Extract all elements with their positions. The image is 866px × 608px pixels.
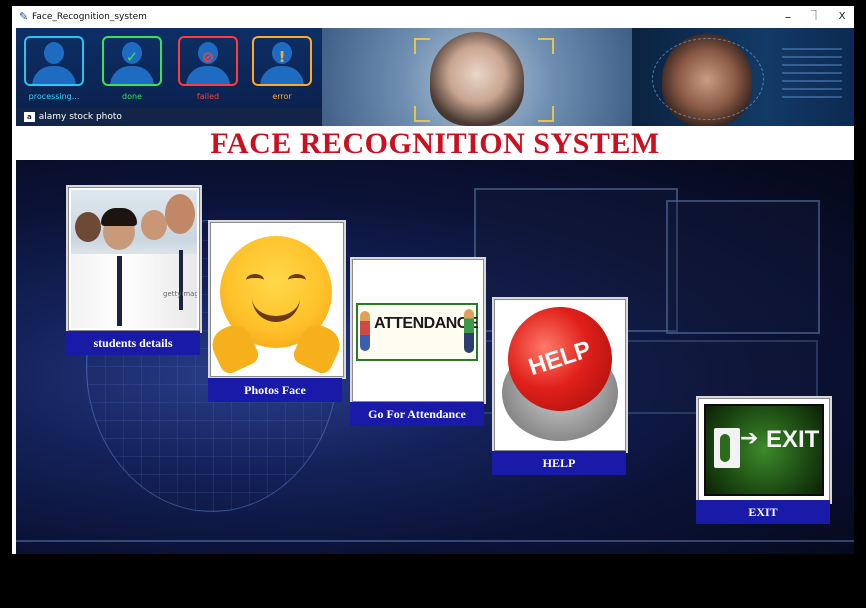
alamy-watermark: a alamy stock photo [16,108,322,126]
woman-face-scan-image [322,28,632,126]
close-button[interactable]: X [828,8,854,26]
app-window: ✎ Face_Recognition_system – ⏋ X ✓ ⊘ ! pr… [12,6,854,554]
photos-face-button[interactable]: Photos Face [208,378,342,402]
exit-tile[interactable]: ➔ EXIT [696,396,832,504]
arrow-right-icon: ➔ [740,426,759,451]
maximize-button[interactable]: ⏋ [802,8,830,26]
getty-watermark: gettyimages [163,290,197,298]
window-title: Face_Recognition_system [32,12,147,22]
help-button[interactable]: HELP [492,451,626,475]
exclamation-icon: ! [278,48,286,66]
stage-label: failed [196,92,220,101]
no-icon: ⊘ [201,48,215,66]
main-area: gettyimages students details Photos Face… [16,160,854,554]
failed-stage: ⊘ [178,36,238,86]
done-stage: ✓ [102,36,162,86]
students-details-button[interactable]: students details [66,331,200,355]
tech-background [666,200,820,334]
processing-stage [24,36,84,86]
attendance-sign: ATTENDANCE [356,303,479,361]
stage-label: processing... [28,92,80,101]
minimize-button[interactable]: – [774,8,802,26]
page-title: FACE RECOGNITION SYSTEM [16,126,854,160]
bottom-strip [0,554,866,608]
go-for-attendance-button[interactable]: Go For Attendance [350,402,484,426]
exit-sign: ➔ EXIT [704,404,824,496]
face-mesh-image [632,28,854,126]
attendance-tile[interactable]: ATTENDANCE [350,257,486,404]
students-details-tile[interactable]: gettyimages [66,185,202,333]
error-stage: ! [252,36,312,86]
stage-label: done [122,92,142,101]
students-photo: gettyimages [71,190,197,328]
face-photo [430,32,524,126]
recognition-stages-image: ✓ ⊘ ! processing... done failed error aa… [16,28,322,126]
title-bar: ✎ Face_Recognition_system – ⏋ X [12,6,854,28]
header-banner: ✓ ⊘ ! processing... done failed error aa… [16,28,854,126]
help-tile[interactable]: HELP [492,293,628,453]
exit-button[interactable]: EXIT [696,500,830,524]
feather-icon: ✎ [19,10,29,23]
check-icon: ✓ [125,48,139,66]
stage-label: error [272,92,292,101]
photos-face-tile[interactable] [206,220,346,379]
